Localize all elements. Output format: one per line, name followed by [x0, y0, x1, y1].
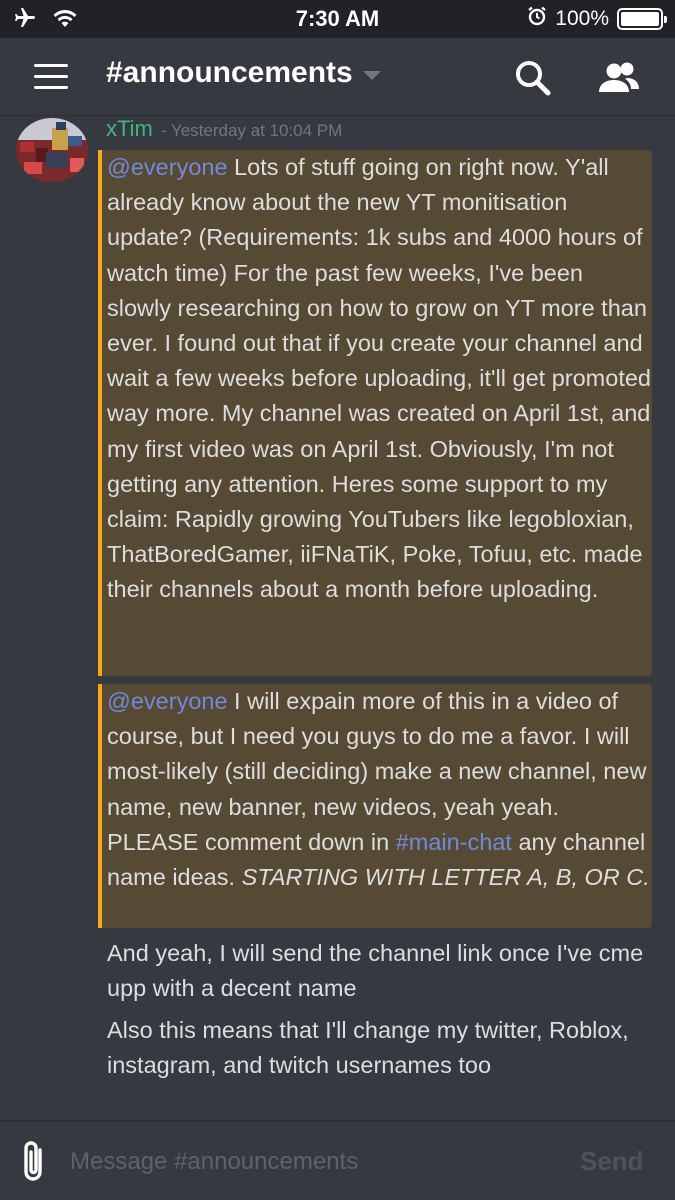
search-icon[interactable]: [513, 58, 553, 98]
alarm-icon: [527, 6, 547, 32]
everyone-mention[interactable]: @everyone: [107, 154, 228, 180]
message-text: Also this means that I'll change my twit…: [107, 1017, 629, 1079]
members-icon[interactable]: [597, 58, 639, 98]
hamburger-menu-icon[interactable]: [34, 64, 70, 92]
message-mention-highlighted[interactable]: @everyone Lots of stuff going on right n…: [98, 150, 652, 676]
message-text: And yeah, I will send the channel link o…: [107, 940, 644, 1002]
status-bar: 7:30 AM 100%: [0, 0, 675, 38]
message-list: xTim - Yesterday at 10:04 PM @everyone L…: [0, 116, 675, 1120]
channel-link[interactable]: #main-chat: [396, 829, 512, 855]
message-timestamp: - Yesterday at 10:04 PM: [160, 121, 343, 140]
message[interactable]: And yeah, I will send the channel link o…: [98, 936, 652, 1006]
everyone-mention[interactable]: @everyone: [107, 688, 228, 714]
author-name[interactable]: xTim: [106, 116, 153, 142]
channel-name: #announcements: [106, 56, 353, 89]
message-mention-highlighted[interactable]: @everyone I will expain more of this in …: [98, 684, 652, 928]
message[interactable]: Also this means that I'll change my twit…: [98, 1013, 652, 1083]
paperclip-icon[interactable]: [18, 1140, 52, 1184]
battery-icon: [617, 8, 667, 30]
send-button[interactable]: Send: [580, 1146, 644, 1177]
message-italic-text: STARTING WITH LETTER A, B, OR C.: [241, 864, 650, 891]
status-bar-right: 100%: [527, 6, 667, 32]
channel-title[interactable]: #announcements: [106, 56, 381, 90]
message-composer: Send: [0, 1120, 675, 1200]
channel-header: #announcements: [0, 38, 675, 116]
message-header: xTim - Yesterday at 10:04 PM: [106, 116, 342, 144]
avatar[interactable]: [16, 118, 88, 182]
chevron-down-icon: [362, 70, 381, 80]
message-input[interactable]: [66, 1140, 546, 1184]
battery-percent: 100%: [555, 7, 609, 30]
battery-level: [621, 12, 659, 26]
message-text: Lots of stuff going on right now. Y'all …: [107, 154, 651, 603]
